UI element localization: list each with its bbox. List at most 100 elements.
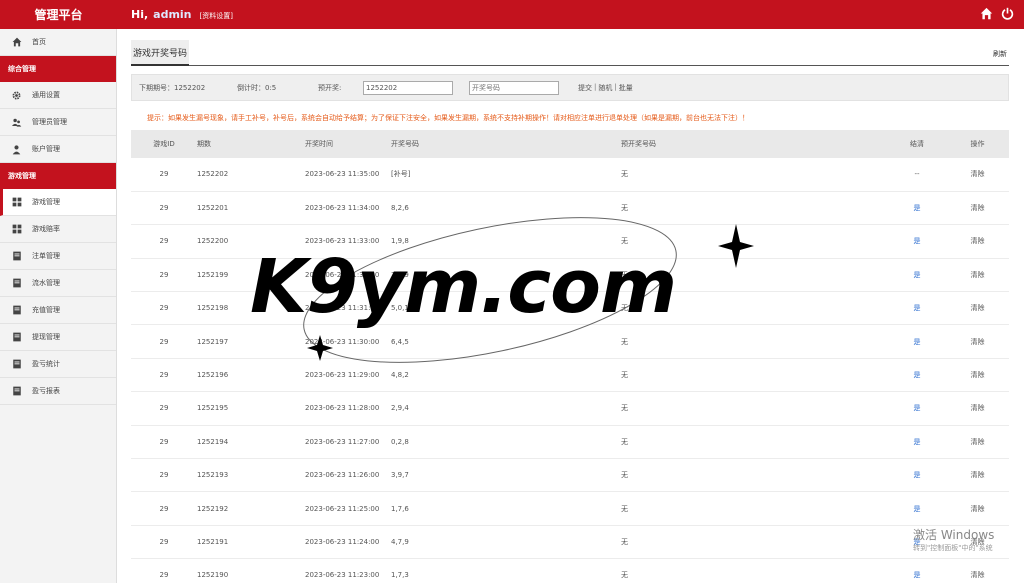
cell-issue: 1252191 (197, 537, 229, 546)
sidebar-item-settings[interactable]: 通用设置 (0, 82, 116, 109)
column-header: 结清 (910, 140, 924, 148)
cell-issue: 1252190 (197, 571, 229, 580)
batch-button[interactable]: 批量 (619, 83, 633, 93)
gear-icon (11, 90, 22, 101)
sidebar-section-games[interactable]: 游戏管理 (0, 163, 116, 189)
cell-preset-number: 无 (621, 504, 628, 513)
doc-icon (11, 332, 22, 343)
sidebar-item-deposits[interactable]: 充值管理 (0, 297, 116, 324)
separator: | (594, 82, 597, 91)
sidebar: 首页 综合管理 通用设置 管理员管理 账户管理 游戏管理 游戏管理 游戏赔率 注… (0, 29, 117, 583)
filter-actions: 提交 | 随机 | 批量 (578, 83, 633, 93)
countdown-text: 倒计时：0:5 (237, 83, 277, 92)
sidebar-item-admins[interactable]: 管理员管理 (0, 109, 116, 136)
clear-button[interactable]: 清除 (946, 559, 1009, 583)
title-row: 游戏开奖号码 刷新 (131, 40, 1009, 66)
clear-button[interactable]: 清除 (946, 225, 1009, 258)
filter-bar: 下期期号：1252202 倒计时：0:5 预开奖: 提交 | 随机 | 批量 (131, 74, 1009, 101)
cell-issue: 1252202 (197, 170, 229, 179)
sidebar-item-label: 流水管理 (32, 279, 60, 287)
table-row: 29 1252195 2023-06-23 11:28:00 2,9,4 无 是清除 (131, 392, 1009, 426)
cell-settled[interactable]: 是 (888, 559, 946, 583)
cell-settled[interactable]: 是 (888, 292, 946, 325)
cell-preset-number: 无 (621, 571, 628, 580)
cell-issue: 1252193 (197, 471, 229, 480)
sidebar-item-game-odds[interactable]: 游戏赔率 (0, 216, 116, 243)
cell-game-id: 29 (159, 204, 169, 213)
cell-issue: 1252195 (197, 404, 229, 413)
table-header-row: 游戏ID 期数 开奖时间 开奖号码 预开奖号码 结清 操作 (131, 130, 1009, 158)
cell-game-id: 29 (159, 571, 169, 580)
cell-settled[interactable]: 是 (888, 459, 946, 492)
submit-button[interactable]: 提交 (578, 83, 592, 93)
cell-draw-time: 2023-06-23 11:27:00 (305, 437, 380, 446)
sidebar-item-label: 账户管理 (32, 145, 60, 153)
home-icon[interactable] (980, 7, 993, 20)
cell-draw-time: 2023-06-23 11:23:00 (305, 571, 380, 580)
cell-draw-number: 1,7,3 (391, 571, 409, 580)
sidebar-item-game-management[interactable]: 游戏管理 (0, 189, 116, 216)
cell-game-id: 29 (159, 471, 169, 480)
cell-settled[interactable]: 是 (888, 492, 946, 525)
clear-button[interactable]: 清除 (946, 158, 1009, 191)
number-input[interactable] (469, 80, 559, 95)
cell-settled[interactable]: 是 (888, 258, 946, 291)
cell-issue: 1252192 (197, 504, 229, 513)
sidebar-item-label: 充值管理 (32, 306, 60, 314)
next-issue-text: 下期期号：1252202 (139, 83, 206, 92)
column-header: 预开奖号码 (621, 140, 656, 148)
home-icon (11, 37, 22, 48)
cell-issue: 1252201 (197, 204, 229, 213)
cell-preset-number: 无 (621, 404, 628, 413)
column-header: 开奖号码 (391, 140, 419, 148)
sidebar-item-withdrawals[interactable]: 提现管理 (0, 324, 116, 351)
user-icon (11, 144, 22, 155)
username-link[interactable]: admin (153, 8, 191, 21)
sidebar-item-profit-report[interactable]: 盈亏报表 (0, 378, 116, 405)
cell-settled[interactable]: 是 (888, 325, 946, 358)
cell-draw-time: 2023-06-23 11:25:00 (305, 504, 380, 513)
cell-settled[interactable]: 是 (888, 425, 946, 458)
issue-input[interactable] (363, 80, 453, 95)
cell-settled[interactable]: 是 (888, 358, 946, 391)
clear-button[interactable]: 清除 (946, 392, 1009, 425)
clear-button[interactable]: 清除 (946, 292, 1009, 325)
clear-button[interactable]: 清除 (946, 258, 1009, 291)
page-title[interactable]: 游戏开奖号码 (131, 40, 190, 66)
power-icon[interactable] (1001, 7, 1014, 20)
windows-activation-subtitle: 转到"控制面板"中的"系统 (913, 544, 993, 552)
clear-button[interactable]: 清除 (946, 358, 1009, 391)
separator: | (614, 82, 617, 91)
table-row: 29 1252193 2023-06-23 11:26:00 3,9,7 无 是清除 (131, 459, 1009, 492)
profile-settings-link[interactable]: [资料设置] (200, 11, 233, 21)
clear-button[interactable]: 清除 (946, 459, 1009, 492)
cell-issue: 1252196 (197, 371, 229, 380)
clear-button[interactable]: 清除 (946, 492, 1009, 525)
sidebar-item-accounts[interactable]: 账户管理 (0, 136, 116, 163)
column-header: 开奖时间 (305, 140, 333, 148)
doc-icon (11, 386, 22, 397)
sidebar-item-profit-stats[interactable]: 盈亏统计 (0, 351, 116, 378)
clear-button[interactable]: 清除 (946, 425, 1009, 458)
sidebar-item-label: 注单管理 (32, 252, 60, 260)
cell-game-id: 29 (159, 337, 169, 346)
sidebar-item-bets[interactable]: 注单管理 (0, 243, 116, 270)
random-button[interactable]: 随机 (598, 83, 612, 93)
clear-button[interactable]: 清除 (946, 325, 1009, 358)
sidebar-item-flows[interactable]: 流水管理 (0, 270, 116, 297)
refresh-link[interactable]: 刷新 (993, 49, 1007, 59)
cell-draw-time: 2023-06-23 11:26:00 (305, 471, 380, 480)
table-row: 29 1252191 2023-06-23 11:24:00 4,7,9 无是清除 (131, 525, 1009, 559)
brand-title: 管理平台 (34, 8, 83, 22)
sidebar-item-home[interactable]: 首页 (0, 29, 116, 56)
cell-game-id: 29 (159, 404, 169, 413)
cell-preset-number: 无 (621, 471, 628, 480)
cell-settled[interactable]: 是 (888, 191, 946, 224)
clear-button[interactable]: 清除 (946, 191, 1009, 224)
greeting: Hi, admin [资料设置] (131, 8, 233, 21)
cell-preset-number: 无 (621, 437, 628, 446)
sidebar-section-general[interactable]: 综合管理 (0, 56, 116, 82)
cell-settled[interactable]: 是 (888, 225, 946, 258)
grid-icon (11, 197, 22, 208)
cell-settled[interactable]: 是 (888, 392, 946, 425)
